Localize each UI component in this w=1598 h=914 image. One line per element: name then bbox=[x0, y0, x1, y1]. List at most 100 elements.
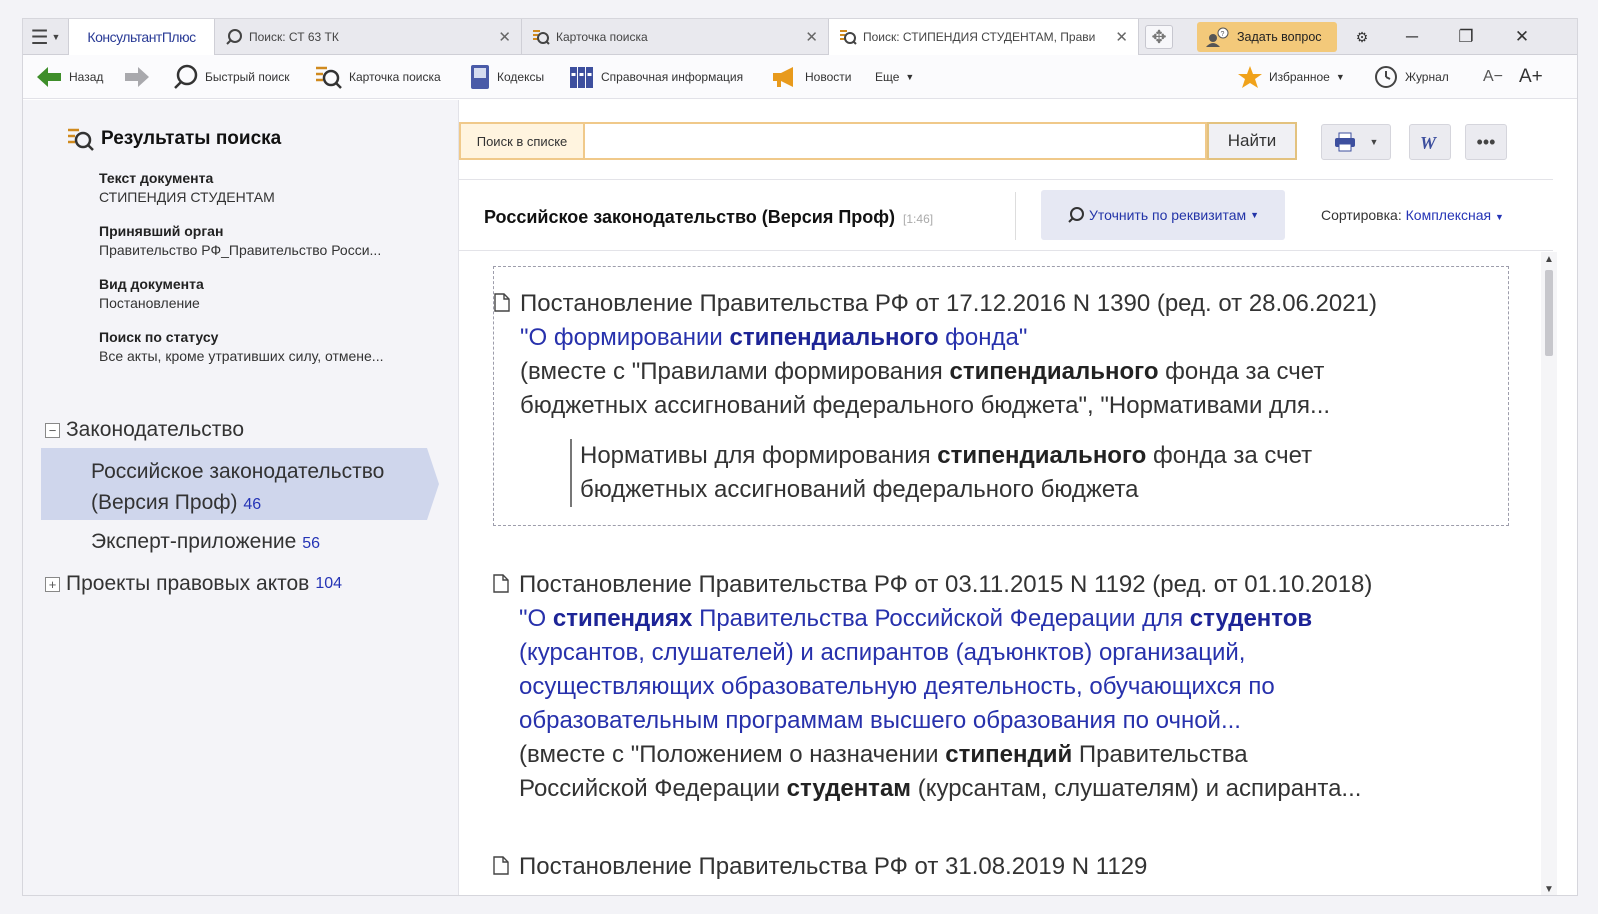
close-icon[interactable]: ✕ bbox=[805, 28, 818, 46]
tree-item-label: Эксперт-приложение bbox=[91, 530, 297, 553]
criterion-label: Вид документа bbox=[99, 276, 204, 292]
plus-icon: ✥ bbox=[1151, 26, 1167, 47]
criterion-authority[interactable]: Принявший орган Правительство РФ_Правите… bbox=[99, 222, 439, 260]
doc-with: бюджетных ассигнований федерального бюдж… bbox=[520, 392, 1331, 419]
doc-name[interactable]: "О стипендиях Правительства Российской Ф… bbox=[493, 602, 1509, 738]
criterion-label: Поиск по статусу bbox=[99, 329, 219, 345]
doc-fragment[interactable]: Нормативы для формирования стипендиально… bbox=[570, 439, 1508, 507]
tree-group-draft-acts[interactable]: + Проекты правовых актов 104 bbox=[45, 572, 342, 596]
results-list: Постановление Правительства РФ от 17.12.… bbox=[459, 252, 1541, 895]
list-title-label: Российское законодательство (Версия Проф… bbox=[484, 207, 896, 227]
restore-button[interactable]: ❐ bbox=[1443, 19, 1489, 55]
criterion-value: Постановление bbox=[99, 295, 200, 311]
expand-icon[interactable]: + bbox=[45, 576, 60, 592]
tab-label: Карточка поиска bbox=[556, 30, 648, 44]
ask-question-button[interactable]: ? Задать вопрос bbox=[1197, 22, 1337, 52]
export-word-button[interactable]: W bbox=[1409, 124, 1451, 160]
criterion-text[interactable]: Текст документа СТИПЕНДИЯ СТУДЕНТАМ bbox=[99, 169, 439, 207]
criterion-value: Все акты, кроме утративших силу, отмене.… bbox=[99, 348, 384, 364]
results-title-label: Результаты поиска bbox=[101, 128, 282, 149]
doc-name[interactable]: "О формировании стипендиального фонда" bbox=[520, 321, 1508, 355]
close-icon[interactable]: ✕ bbox=[498, 28, 511, 46]
ellipsis-icon: ••• bbox=[1476, 131, 1496, 152]
tab-bar: ☰ ▼ КонсультантПлюс Поиск: СТ 63 ТК ✕ Кар… bbox=[23, 19, 1577, 55]
arrow-left-icon bbox=[37, 67, 61, 87]
print-button[interactable]: ▼ bbox=[1321, 124, 1391, 160]
reference-button[interactable]: Справочная информация bbox=[569, 55, 743, 99]
criterion-doc-type[interactable]: Вид документа Постановление bbox=[99, 275, 439, 313]
doc-count: 56 bbox=[302, 535, 320, 552]
tab-label: Поиск: СТ 63 ТК bbox=[249, 30, 339, 44]
back-button[interactable]: Назад bbox=[35, 55, 103, 99]
codes-button[interactable]: Кодексы bbox=[469, 55, 544, 99]
hamburger-icon: ☰ bbox=[30, 26, 49, 49]
journal-button[interactable]: Журнал bbox=[1373, 55, 1449, 99]
results-scrollbar[interactable]: ▲ ▼ bbox=[1541, 252, 1557, 895]
tree-group-legislation[interactable]: − Законодательство bbox=[45, 418, 244, 442]
favorites-button[interactable]: Избранное ▼ bbox=[1237, 55, 1345, 99]
tree-item-russian-legislation[interactable]: Российское законодательство (Версия Проф… bbox=[41, 448, 439, 520]
find-button[interactable]: Найти bbox=[1207, 122, 1297, 160]
scroll-up-icon[interactable]: ▲ bbox=[1544, 254, 1554, 265]
chat-people-icon: ? bbox=[1206, 27, 1229, 47]
tree-item-line: Российское законодательство bbox=[91, 460, 385, 483]
more-actions-button[interactable]: ••• bbox=[1465, 124, 1507, 160]
tab-search-st63[interactable]: Поиск: СТ 63 ТК ✕ bbox=[215, 19, 522, 55]
tree-group-label: Проекты правовых актов bbox=[66, 572, 310, 595]
close-icon[interactable]: ✕ bbox=[1115, 28, 1128, 46]
criterion-value: СТИПЕНДИЯ СТУДЕНТАМ bbox=[99, 189, 275, 205]
settings-icon[interactable]: ⚙ bbox=[1339, 19, 1385, 55]
tree-item-line: (Версия Проф) bbox=[91, 491, 238, 514]
search-card-icon bbox=[68, 128, 94, 151]
doc-with: Российской Федерации студентам (курсанта… bbox=[519, 775, 1362, 802]
tab-search-card[interactable]: Карточка поиска ✕ bbox=[522, 19, 829, 55]
criterion-status[interactable]: Поиск по статусу Все акты, кроме утратив… bbox=[99, 328, 439, 366]
megaphone-icon bbox=[773, 67, 793, 87]
quick-search-button[interactable]: Быстрый поиск bbox=[173, 55, 289, 99]
more-button[interactable]: Еще ▼ bbox=[875, 55, 914, 99]
scroll-down-icon[interactable]: ▼ bbox=[1544, 884, 1554, 895]
search-icon bbox=[174, 64, 198, 89]
refine-button[interactable]: Уточнить по реквизитам ▼ bbox=[1041, 190, 1285, 240]
tab-label: Поиск: СТИПЕНДИЯ СТУДЕНТАМ, Прави bbox=[863, 30, 1096, 44]
sort-label: Сортировка: bbox=[1321, 207, 1402, 223]
list-time: [1:46] bbox=[903, 212, 934, 226]
tree-item-label: Российское законодательство (Версия Проф… bbox=[91, 456, 384, 520]
sort-control[interactable]: Сортировка: Комплексная ▼ bbox=[1321, 207, 1504, 223]
chevron-down-icon: ▼ bbox=[1369, 137, 1379, 147]
main-toolbar: Назад Быстрый поиск Карточка поиска Коде… bbox=[23, 55, 1577, 99]
list-item[interactable]: Постановление Правительства РФ от 31.08.… bbox=[493, 850, 1509, 884]
list-item[interactable]: Постановление Правительства РФ от 17.12.… bbox=[493, 266, 1509, 526]
favorites-label: Избранное bbox=[1269, 70, 1330, 84]
doc-title: Постановление Правительства РФ от 17.12.… bbox=[520, 290, 1377, 317]
doc-count: 104 bbox=[315, 575, 343, 592]
history-clock-icon bbox=[1375, 66, 1397, 88]
collapse-icon[interactable]: − bbox=[45, 422, 60, 438]
app-logo[interactable]: КонсультантПлюс bbox=[69, 19, 215, 55]
search-card-icon bbox=[316, 66, 342, 89]
list-item[interactable]: Постановление Правительства РФ от 03.11.… bbox=[493, 568, 1509, 806]
list-search-label: Поиск в списке bbox=[459, 122, 583, 160]
list-search-input[interactable] bbox=[583, 122, 1207, 160]
chevron-down-icon: ▼ bbox=[905, 72, 915, 82]
new-tab-button[interactable]: ✥ bbox=[1145, 25, 1173, 49]
chevron-down-icon: ▼ bbox=[1250, 210, 1260, 220]
font-larger-button[interactable]: A+ bbox=[1519, 55, 1543, 99]
search-icon bbox=[1068, 207, 1084, 223]
document-icon bbox=[493, 574, 509, 593]
search-icon bbox=[226, 29, 242, 45]
close-window-button[interactable]: ✕ bbox=[1499, 19, 1545, 55]
scroll-thumb[interactable] bbox=[1545, 270, 1553, 356]
search-card-button[interactable]: Карточка поиска bbox=[315, 55, 441, 99]
minimize-button[interactable]: ─ bbox=[1389, 19, 1435, 55]
search-card-icon bbox=[840, 30, 857, 45]
main-menu-button[interactable]: ☰ ▼ bbox=[23, 19, 69, 55]
more-label: Еще bbox=[875, 70, 900, 84]
forward-button[interactable] bbox=[123, 55, 157, 99]
doc-with: (вместе с "Правилами формирования стипен… bbox=[520, 358, 1325, 385]
news-label: Новости bbox=[805, 70, 852, 84]
tree-item-expert[interactable]: Эксперт-приложение 56 bbox=[91, 530, 320, 554]
font-smaller-button[interactable]: A− bbox=[1483, 55, 1503, 99]
news-button[interactable]: Новости bbox=[771, 55, 851, 99]
tab-search-stipend[interactable]: Поиск: СТИПЕНДИЯ СТУДЕНТАМ, Прави ✕ bbox=[829, 19, 1139, 55]
